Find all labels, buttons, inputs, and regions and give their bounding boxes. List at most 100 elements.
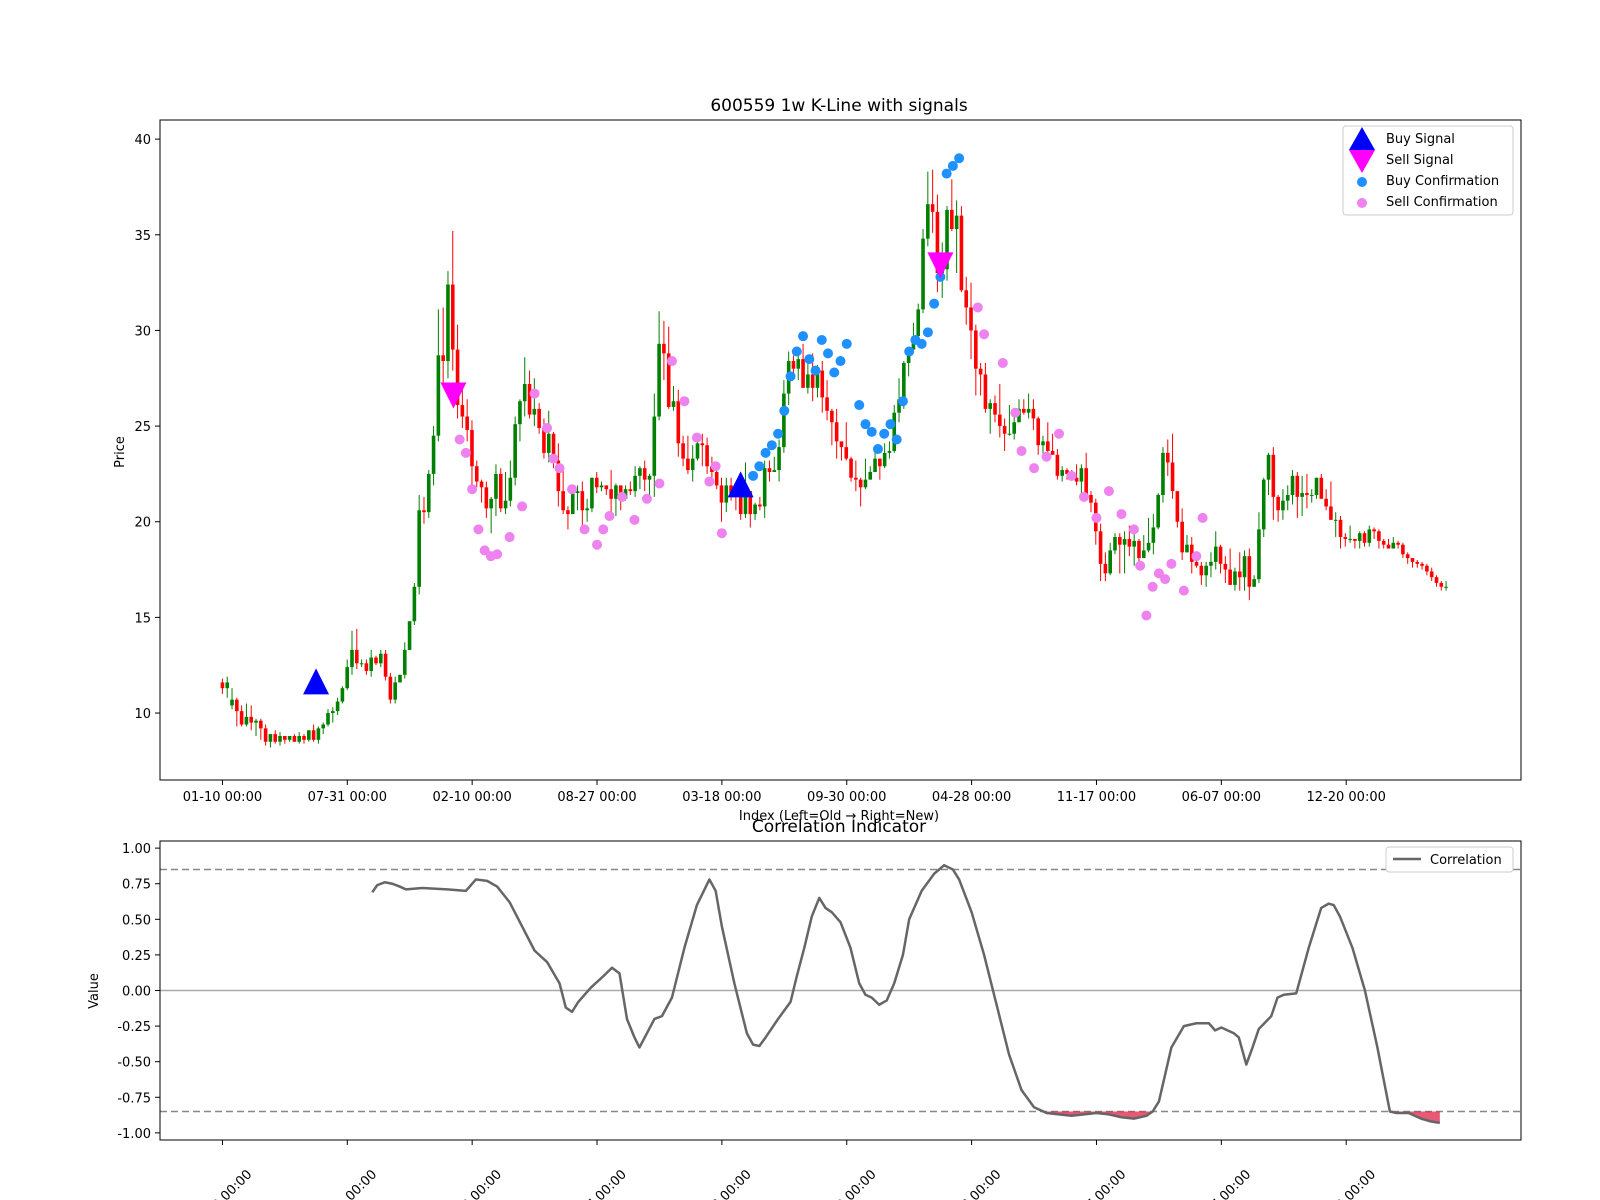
buy-confirmation-point	[879, 428, 890, 439]
y-tick-label: -0.25	[117, 1020, 151, 1035]
candle-body	[1132, 540, 1136, 547]
candle-body	[1391, 542, 1396, 549]
candle-body	[489, 498, 493, 509]
sell-confirmation-point	[1147, 581, 1158, 592]
buy-confirmation-point	[904, 346, 915, 357]
y-tick-label: -1.00	[117, 1127, 151, 1142]
candle-body	[498, 473, 503, 509]
x-tick-label: 7 00:00	[1083, 1167, 1129, 1200]
corr-reference-lines	[160, 868, 1521, 1113]
candle-body	[345, 667, 349, 689]
y-tick-label: 20	[134, 516, 151, 531]
candle-body	[546, 433, 551, 453]
sell-confirmation-point	[1191, 551, 1202, 562]
x-tick-label: 0 00:00	[834, 1167, 880, 1200]
candle-body	[1420, 563, 1424, 566]
buy-confirmation-point	[872, 444, 883, 455]
y-tick-label: 40	[134, 133, 151, 148]
sell-confirmation-point	[604, 511, 615, 521]
candle-body	[801, 359, 805, 388]
sell-confirmation-point	[467, 484, 478, 495]
candle-body	[1185, 544, 1189, 553]
candle-body	[1309, 494, 1314, 496]
candle-body	[1060, 470, 1064, 476]
legend-correlation: Correlation	[1430, 853, 1502, 868]
candle-body	[532, 408, 537, 415]
candle-body	[1343, 537, 1348, 539]
candle-body	[1036, 418, 1040, 446]
candle-body	[278, 736, 282, 742]
candle-body	[959, 215, 964, 291]
candle-body	[1372, 529, 1376, 532]
candle-body	[340, 688, 345, 702]
candle-body	[930, 204, 935, 212]
candle-body	[873, 458, 877, 472]
sell-confirmation-point	[1054, 428, 1065, 439]
candle-body	[834, 422, 839, 442]
correlation-chart: Correlation Indicator Value 1.00 0.75 0.50…	[87, 817, 1522, 1200]
candle-body	[585, 508, 589, 511]
candle-body	[791, 361, 796, 369]
candle-body	[225, 682, 230, 689]
buy-confirmation-point	[785, 371, 796, 382]
y-tick-label: 35	[134, 229, 151, 244]
candle-body	[1108, 550, 1112, 574]
candle-body	[287, 736, 292, 740]
candle-body	[1137, 540, 1141, 559]
candle-body	[494, 473, 498, 499]
sell-confirmation-point	[1160, 574, 1171, 585]
candle-body	[570, 493, 575, 515]
candle-body	[1444, 586, 1448, 588]
candle-body	[796, 359, 801, 369]
candle-body	[1180, 521, 1184, 553]
sell-confirmation-point	[666, 356, 677, 367]
candle-body	[767, 468, 772, 472]
y-tick-label: 0.50	[122, 913, 151, 928]
x-tick-label: 01-10 00:00	[183, 790, 262, 805]
candle-body	[431, 435, 436, 474]
sell-confirmation-point	[1091, 512, 1102, 523]
candle-body	[1194, 561, 1199, 566]
candle-body	[1213, 546, 1218, 562]
candle-body	[369, 657, 373, 671]
candle-body	[652, 416, 657, 476]
candle-body	[806, 374, 810, 388]
candle-body	[1338, 519, 1343, 538]
y-tick-label: 0.25	[122, 949, 151, 964]
candle-body	[1362, 533, 1367, 543]
candle-body	[522, 384, 527, 402]
candle-body	[1281, 500, 1285, 511]
candle-body	[998, 414, 1002, 427]
sell-confirmation-point	[691, 432, 702, 443]
y-tick-label: 1.00	[122, 842, 151, 857]
x-tick-label: 8 00:00	[709, 1167, 755, 1200]
candle-body	[393, 682, 397, 700]
candle-body	[239, 711, 244, 725]
x-tick-label: 0 00:00	[1333, 1167, 1379, 1200]
candle-body	[950, 209, 954, 230]
candle-body	[1089, 494, 1093, 503]
corr-title: Correlation Indicator	[752, 817, 926, 837]
candle-body	[1381, 540, 1386, 545]
sell-confirmation-point	[548, 453, 559, 464]
candle-body	[878, 458, 882, 467]
candle-body	[1410, 558, 1415, 562]
candle-body	[844, 447, 849, 459]
candle-body	[969, 307, 973, 331]
sell-confirmation-point	[598, 524, 609, 535]
buy-confirmation-point	[804, 354, 815, 365]
candle-body	[254, 720, 258, 723]
sell-signal-marker	[927, 252, 954, 279]
sell-confirmation-point	[1010, 407, 1021, 418]
sell-confirmation-point	[554, 463, 565, 474]
candle-body	[892, 412, 897, 451]
buy-confirmation-point	[866, 426, 877, 437]
candle-body	[676, 401, 681, 444]
candle-body	[1242, 556, 1247, 578]
sell-confirmation-point	[1166, 558, 1177, 569]
candle-body	[1007, 433, 1012, 435]
candle-body	[868, 472, 873, 480]
candle-body	[302, 736, 306, 740]
candle-body	[1141, 550, 1146, 559]
candle-body	[1348, 538, 1352, 540]
